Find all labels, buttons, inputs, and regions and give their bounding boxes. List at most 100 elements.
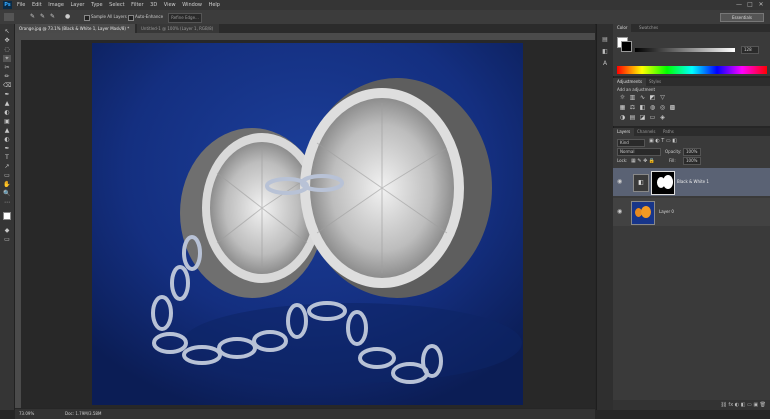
eyedropper-tool-icon[interactable]: ✏	[3, 73, 11, 80]
layer-filter-icons[interactable]: ▣ ◐ T ▭ ◧	[649, 138, 677, 144]
exposure-adjust-icon[interactable]: ◩	[649, 94, 656, 101]
document-tab-bar: Orange.jpg @ 73.1% (Black & White 1, Lay…	[15, 24, 595, 33]
shape-tool-icon[interactable]: ▭	[3, 172, 11, 179]
gray-slider[interactable]	[635, 48, 735, 52]
type-tool-icon[interactable]: T	[3, 154, 11, 161]
sample-all-layers-checkbox[interactable]	[84, 15, 90, 21]
screen-mode-icon[interactable]: ▭	[3, 236, 11, 243]
maximize-button[interactable]: □	[745, 0, 755, 9]
document-image[interactable]	[92, 43, 523, 405]
character-panel-icon[interactable]: A	[601, 60, 609, 67]
quick-mask-icon[interactable]: ◆	[3, 227, 11, 234]
zoom-tool-icon[interactable]: 🔍	[3, 190, 11, 197]
crop-tool-icon[interactable]: ✂	[3, 64, 11, 71]
brightness-adjust-icon[interactable]: ☼	[619, 94, 626, 101]
dodge-tool-icon[interactable]: ◐	[3, 136, 11, 143]
channel-mixer-adjust-icon[interactable]: ◎	[659, 104, 666, 111]
tool-preset-icon[interactable]	[4, 13, 14, 21]
marquee-tool-icon[interactable]: ✥	[3, 37, 11, 44]
document-size: Doc: 1.79M/3.58M	[65, 411, 102, 416]
layer-name: Layer 0	[659, 209, 674, 214]
healing-tool-icon[interactable]: ⌫	[3, 82, 11, 89]
quick-select-add-icon[interactable]: ✎	[40, 13, 48, 21]
color-panel-tabs: Color Swatches	[613, 24, 770, 32]
tab-untitled-document[interactable]: Untitled-1 @ 100% (Layer 1, RGB/8)	[137, 24, 220, 33]
tab-layers[interactable]: Layers	[613, 128, 635, 136]
tab-paths[interactable]: Paths	[659, 128, 678, 136]
auto-enhance-checkbox[interactable]	[128, 15, 134, 21]
eraser-tool-icon[interactable]: ▣	[3, 118, 11, 125]
black-white-adjust-icon[interactable]: ◧	[639, 104, 646, 111]
menu-3d[interactable]: 3D	[150, 0, 157, 10]
quick-selection-tool-icon[interactable]: ⌖	[3, 55, 11, 62]
layer-mask-thumbnail[interactable]	[651, 171, 675, 195]
properties-panel-icon[interactable]: ◧	[601, 48, 609, 55]
color-balance-adjust-icon[interactable]: ⚖	[629, 104, 636, 111]
tab-styles[interactable]: Styles	[645, 78, 665, 86]
vibrance-adjust-icon[interactable]: ▽	[659, 94, 666, 101]
layer-row-black-white[interactable]: ◉ ◧ Black & White 1	[613, 168, 770, 196]
color-value-field[interactable]: 128	[741, 46, 759, 54]
color-spectrum-ramp[interactable]	[617, 66, 767, 74]
quick-select-new-icon[interactable]: ✎	[30, 13, 38, 21]
menu-view[interactable]: View	[164, 0, 176, 10]
threshold-adjust-icon[interactable]: ◪	[639, 114, 646, 121]
menu-help[interactable]: Help	[209, 0, 220, 10]
selective-color-adjust-icon[interactable]: ◈	[659, 114, 666, 121]
layers-footer-icons[interactable]: ⛓ fx ◐ ◧ ▭ ▣ 🗑	[613, 400, 770, 410]
gradient-map-adjust-icon[interactable]: ▭	[649, 114, 656, 121]
blend-mode-select[interactable]: Normal	[617, 148, 661, 156]
layer-thumbnail	[631, 201, 655, 225]
tab-orange-document[interactable]: Orange.jpg @ 73.1% (Black & White 1, Lay…	[15, 24, 136, 33]
hand-tool-icon[interactable]: ✋	[3, 181, 11, 188]
minimize-button[interactable]: —	[734, 0, 744, 9]
visibility-eye-icon[interactable]: ◉	[617, 178, 622, 185]
levels-adjust-icon[interactable]: ▥	[629, 94, 636, 101]
workspace-select[interactable]: Essentials	[720, 13, 764, 22]
gradient-tool-icon[interactable]: ▲	[3, 127, 11, 134]
color-lookup-adjust-icon[interactable]: ▩	[669, 104, 676, 111]
tab-color[interactable]: Color	[613, 24, 632, 32]
menu-window[interactable]: Window	[182, 0, 202, 10]
add-adjustment-label: Add an adjustment	[617, 87, 656, 92]
history-brush-tool-icon[interactable]: ◐	[3, 109, 11, 116]
menu-select[interactable]: Select	[109, 0, 124, 10]
layer-kind-filter[interactable]: Kind	[617, 139, 645, 147]
status-bar: 73.09% Doc: 1.79M/3.58M	[15, 409, 595, 419]
tab-swatches[interactable]: Swatches	[635, 24, 662, 32]
pen-tool-icon[interactable]: ✒	[3, 145, 11, 152]
tab-adjustments[interactable]: Adjustments	[613, 78, 647, 86]
color-background-swatch[interactable]	[621, 41, 632, 52]
lock-icons[interactable]: ▦ ✎ ✥ 🔒	[631, 157, 655, 165]
move-tool-icon[interactable]: ↖	[3, 28, 11, 35]
menu-edit[interactable]: Edit	[32, 0, 42, 10]
quick-select-subtract-icon[interactable]: ✎	[50, 13, 58, 21]
fill-field[interactable]: 100%	[683, 157, 701, 165]
invert-adjust-icon[interactable]: ◑	[619, 114, 626, 121]
menu-filter[interactable]: Filter	[131, 0, 143, 10]
visibility-eye-icon[interactable]: ◉	[617, 208, 622, 215]
brush-size-icon[interactable]: ●	[65, 13, 73, 21]
tab-channels[interactable]: Channels	[633, 128, 660, 136]
more-tools-icon[interactable]: ⋯	[3, 199, 11, 206]
lasso-tool-icon[interactable]: ◌	[3, 46, 11, 53]
menu-type[interactable]: Type	[91, 0, 102, 10]
history-panel-icon[interactable]: ▤	[601, 36, 609, 43]
foreground-color-swatch[interactable]	[3, 212, 11, 220]
menu-file[interactable]: File	[17, 0, 25, 10]
zoom-level[interactable]: 73.09%	[19, 409, 34, 419]
brush-tool-icon[interactable]: ✒	[3, 91, 11, 98]
curves-adjust-icon[interactable]: ∿	[639, 94, 646, 101]
hue-saturation-adjust-icon[interactable]: ▦	[619, 104, 626, 111]
menu-image[interactable]: Image	[48, 0, 64, 10]
close-window-button[interactable]: ✕	[756, 0, 766, 9]
opacity-field[interactable]: 100%	[683, 148, 701, 156]
menu-layer[interactable]: Layer	[71, 0, 85, 10]
posterize-adjust-icon[interactable]: ▤	[629, 114, 636, 121]
refine-edge-button[interactable]: Refine Edge...	[168, 13, 202, 23]
opacity-label: Opacity:	[665, 149, 682, 154]
photo-filter-adjust-icon[interactable]: ◍	[649, 104, 656, 111]
path-selection-tool-icon[interactable]: ↗	[3, 163, 11, 170]
stamp-tool-icon[interactable]: ▲	[3, 100, 11, 107]
layer-row-layer-0[interactable]: ◉ Layer 0	[613, 198, 770, 226]
